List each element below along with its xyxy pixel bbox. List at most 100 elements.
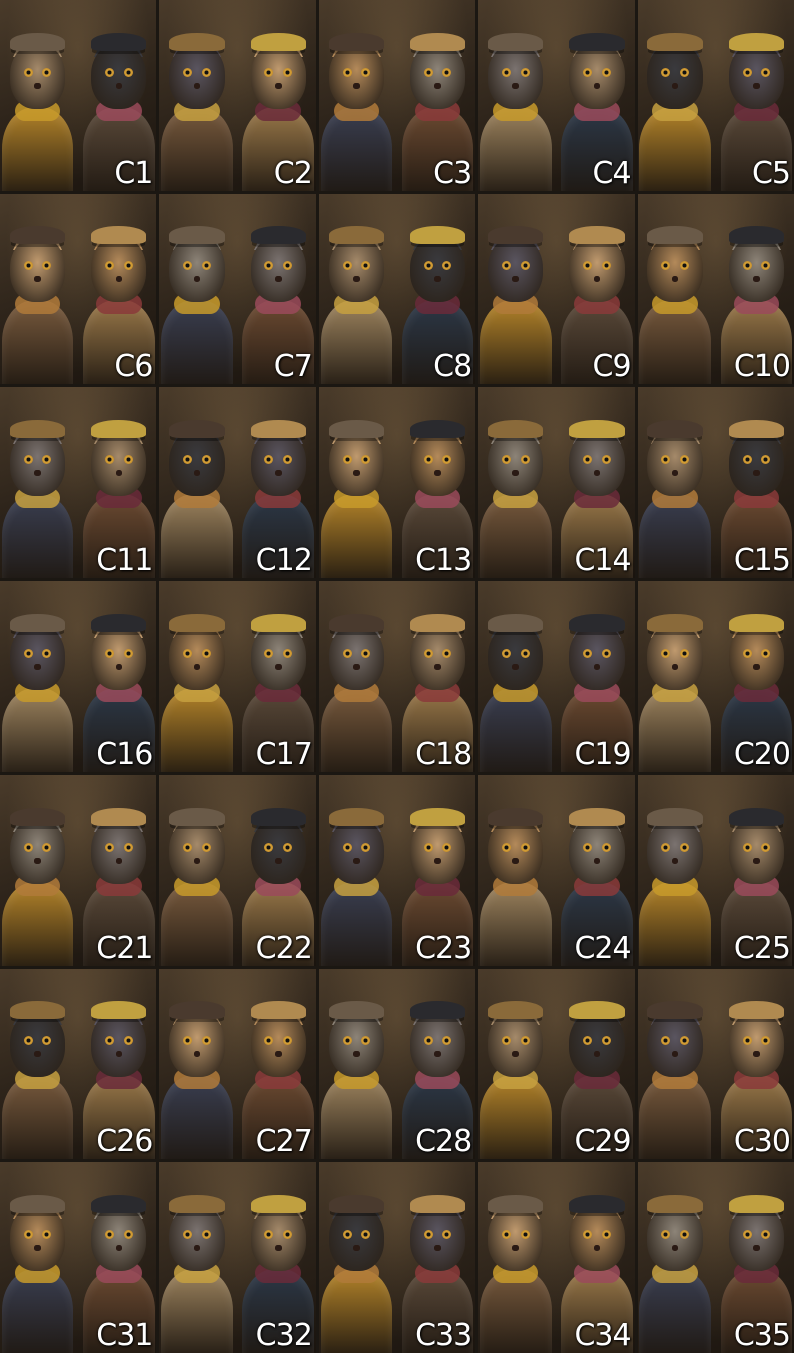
eye-shape bbox=[105, 842, 115, 852]
eye-shape bbox=[601, 1229, 611, 1239]
head-shape bbox=[488, 236, 544, 303]
tile-label: C18 bbox=[415, 736, 472, 772]
portrait-tile: C9 bbox=[478, 193, 635, 385]
hat-shape bbox=[728, 1001, 785, 1020]
nose-shape bbox=[434, 857, 441, 864]
nose-shape bbox=[512, 1051, 519, 1058]
nose-shape bbox=[353, 470, 360, 477]
portrait-tile: C1 bbox=[0, 0, 157, 191]
portrait-tile: C25 bbox=[637, 774, 794, 966]
head-shape bbox=[410, 430, 466, 497]
hat-shape bbox=[728, 1194, 785, 1213]
costumed-pet-illustration bbox=[638, 387, 716, 579]
hat-shape bbox=[728, 613, 785, 632]
tile-label: C34 bbox=[574, 1317, 631, 1353]
eye-shape bbox=[501, 842, 511, 852]
head-shape bbox=[647, 1204, 703, 1271]
hat-shape bbox=[728, 807, 785, 826]
tile-label: C25 bbox=[733, 930, 791, 966]
hat-shape bbox=[728, 420, 785, 439]
head-shape bbox=[410, 42, 466, 109]
portrait-tile: C10 bbox=[637, 193, 794, 385]
hat-shape bbox=[91, 420, 147, 439]
eye-shape bbox=[520, 261, 530, 271]
hat-shape bbox=[169, 613, 225, 632]
head-shape bbox=[91, 1011, 147, 1078]
costumed-pet-illustration bbox=[0, 0, 78, 191]
tile-label: C7 bbox=[273, 349, 313, 385]
eye-shape bbox=[679, 1229, 689, 1239]
portrait-tile: C7 bbox=[159, 193, 316, 385]
head-shape bbox=[328, 42, 384, 109]
nose-shape bbox=[34, 1051, 41, 1058]
costumed-pet-illustration bbox=[0, 1162, 78, 1353]
hat-shape bbox=[647, 420, 703, 439]
nose-shape bbox=[193, 82, 201, 89]
portrait-tile: C35 bbox=[637, 1162, 794, 1353]
tile-label: C30 bbox=[733, 1124, 791, 1160]
head-shape bbox=[250, 1011, 306, 1078]
hat-shape bbox=[488, 32, 544, 51]
head-shape bbox=[9, 1204, 66, 1271]
hat-shape bbox=[488, 226, 544, 245]
head-shape bbox=[647, 42, 703, 109]
nose-shape bbox=[434, 82, 441, 89]
portrait-tile: C23 bbox=[318, 774, 476, 966]
costumed-pet-illustration bbox=[638, 1162, 716, 1353]
head-shape bbox=[250, 236, 306, 303]
hat-shape bbox=[569, 226, 625, 245]
hat-shape bbox=[410, 613, 466, 632]
nose-shape bbox=[353, 663, 360, 670]
tile-label: C17 bbox=[255, 736, 313, 772]
eye-shape bbox=[123, 648, 133, 658]
nose-shape bbox=[34, 276, 41, 283]
tile-label: C32 bbox=[255, 1317, 313, 1353]
nose-shape bbox=[275, 857, 282, 864]
head-shape bbox=[9, 1011, 66, 1078]
eye-shape bbox=[23, 455, 33, 465]
eye-shape bbox=[742, 67, 752, 77]
tile-label: C23 bbox=[415, 930, 472, 966]
tile-label: C26 bbox=[96, 1124, 153, 1160]
costumed-pet-illustration bbox=[478, 387, 556, 579]
nose-shape bbox=[671, 663, 679, 670]
nose-shape bbox=[275, 1244, 282, 1251]
costumed-pet-illustration bbox=[638, 194, 716, 385]
costumed-pet-illustration bbox=[478, 194, 556, 385]
head-shape bbox=[728, 236, 785, 303]
eye-shape bbox=[361, 648, 371, 658]
portrait-tile: C28 bbox=[318, 968, 476, 1160]
costumed-pet-illustration bbox=[0, 775, 78, 966]
hat-shape bbox=[250, 1001, 306, 1020]
nose-shape bbox=[593, 1244, 601, 1251]
eye-shape bbox=[342, 1036, 352, 1046]
nose-shape bbox=[34, 663, 41, 670]
nose-shape bbox=[34, 857, 41, 864]
costumed-pet-illustration bbox=[159, 1162, 237, 1353]
nose-shape bbox=[434, 276, 441, 283]
head-shape bbox=[728, 817, 785, 884]
tile-label: C33 bbox=[415, 1317, 472, 1353]
portrait-tile: C14 bbox=[478, 387, 635, 579]
eye-shape bbox=[501, 648, 511, 658]
nose-shape bbox=[115, 663, 123, 670]
eye-shape bbox=[601, 648, 611, 658]
eye-shape bbox=[201, 1229, 211, 1239]
eye-shape bbox=[761, 67, 771, 77]
hat-shape bbox=[328, 613, 384, 632]
hat-shape bbox=[328, 1194, 384, 1213]
hat-shape bbox=[250, 32, 306, 51]
tile-label: C6 bbox=[114, 349, 153, 385]
portrait-tile: C19 bbox=[478, 581, 635, 772]
eye-shape bbox=[23, 67, 33, 77]
eye-shape bbox=[201, 648, 211, 658]
head-shape bbox=[728, 430, 785, 497]
eye-shape bbox=[201, 842, 211, 852]
portrait-tile: C31 bbox=[0, 1162, 157, 1353]
head-shape bbox=[647, 236, 703, 303]
costumed-pet-illustration bbox=[159, 969, 237, 1160]
head-shape bbox=[410, 817, 466, 884]
head-shape bbox=[328, 1011, 384, 1078]
eye-shape bbox=[342, 67, 352, 77]
hat-shape bbox=[250, 1194, 306, 1213]
